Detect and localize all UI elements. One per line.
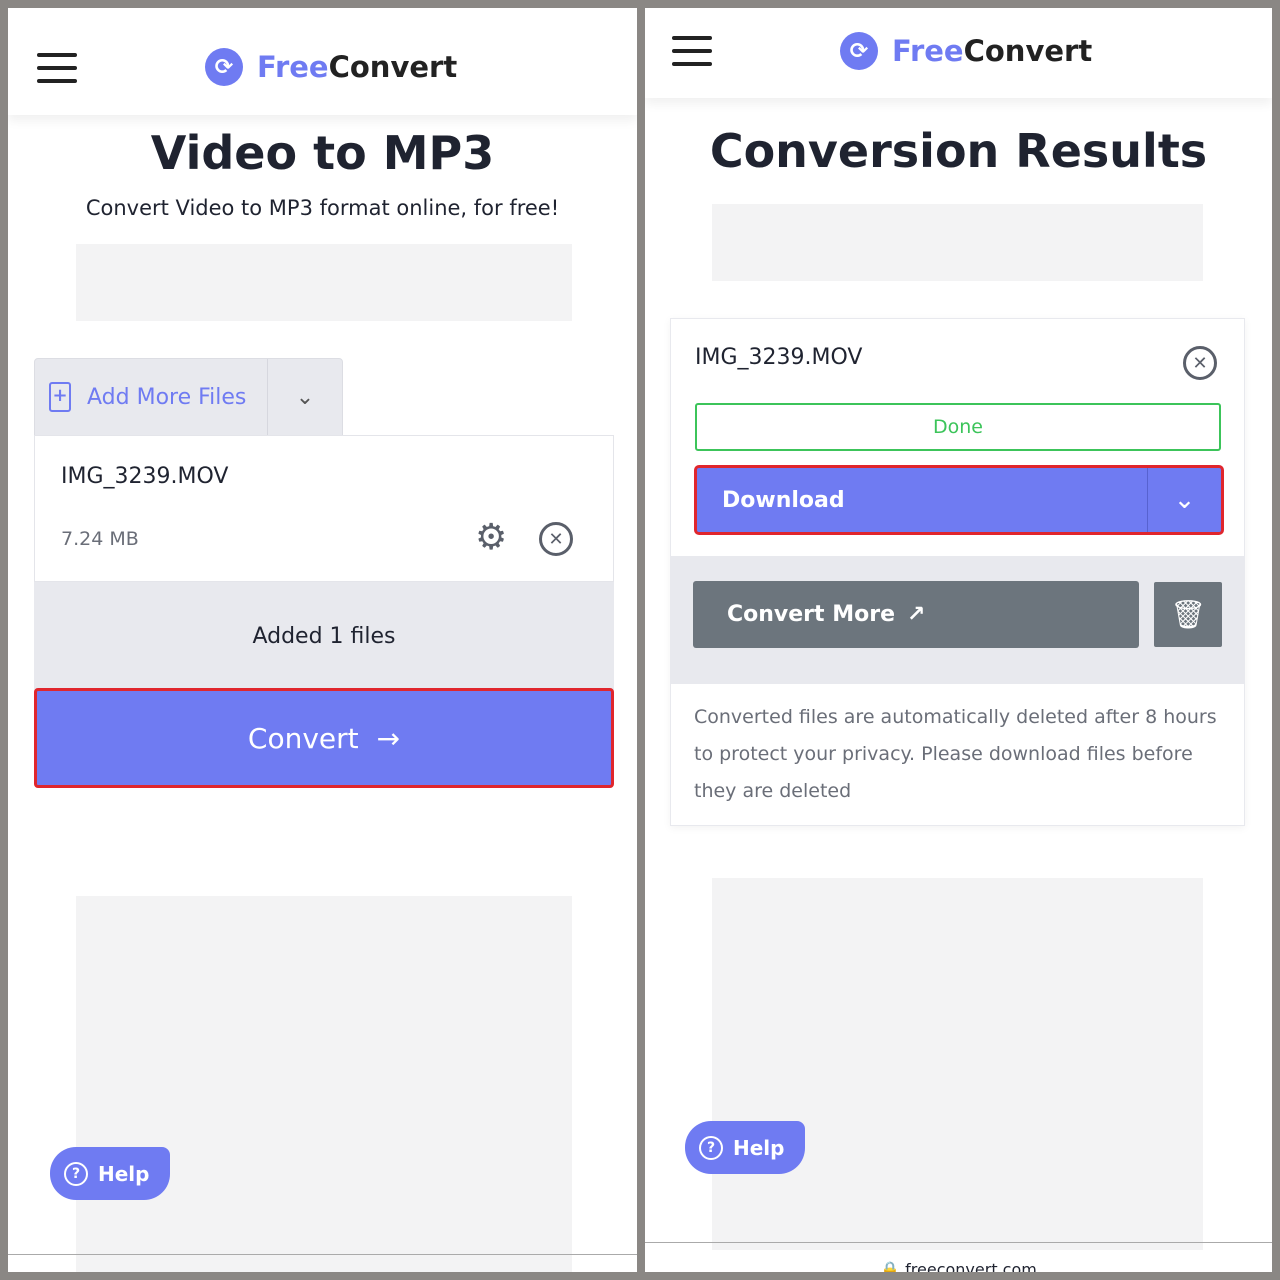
ad-banner-bottom bbox=[76, 896, 572, 1272]
refresh-icon: ⟳ bbox=[840, 32, 878, 70]
help-label: Help bbox=[733, 1135, 785, 1160]
add-more-files-dropdown: + Add More Files ⌄ bbox=[34, 358, 343, 436]
deletion-notice: Converted files are automatically delete… bbox=[694, 706, 1217, 802]
right-screen: ⟳ Free Convert Conversion Results IMG_323… bbox=[645, 8, 1272, 1272]
refresh-icon: ⟳ bbox=[205, 48, 243, 86]
remove-file-icon[interactable]: ✕ bbox=[1183, 346, 1217, 380]
external-link-icon: ↗ bbox=[907, 602, 926, 627]
convert-label: Convert bbox=[247, 721, 359, 755]
file-name: IMG_3239.MOV bbox=[61, 464, 229, 489]
convert-more-button[interactable]: Convert More ↗ bbox=[693, 581, 1139, 648]
arrow-right-icon: → bbox=[376, 721, 401, 755]
chevron-down-icon[interactable]: ⌄ bbox=[268, 359, 342, 435]
status-done: Done bbox=[695, 403, 1221, 451]
page-title: Video to MP3 bbox=[150, 126, 495, 180]
help-label: Help bbox=[98, 1161, 150, 1186]
page-subtitle: Convert Video to MP3 format online, for … bbox=[85, 196, 560, 220]
menu-icon[interactable] bbox=[672, 36, 712, 75]
logo[interactable]: ⟳ Free Convert bbox=[205, 48, 457, 86]
ad-banner bbox=[712, 204, 1203, 281]
chevron-down-icon[interactable]: ⌄ bbox=[1148, 468, 1221, 532]
url-bar[interactable]: 🔒 freeconvert.com bbox=[645, 1260, 1272, 1272]
menu-icon[interactable] bbox=[37, 53, 77, 92]
result-card: IMG_3239.MOV ✕ Done Download ⌄ Convert M… bbox=[670, 318, 1245, 826]
remove-file-icon[interactable]: ✕ bbox=[539, 522, 573, 556]
convert-button[interactable]: Convert → bbox=[34, 688, 614, 788]
settings-gear-icon[interactable]: ⚙ bbox=[475, 520, 507, 556]
actions-bar: Convert More ↗ 🗑 bbox=[671, 556, 1244, 684]
convert-more-label: Convert More bbox=[727, 602, 895, 627]
add-more-files-label: Add More Files bbox=[87, 384, 247, 410]
browser-divider bbox=[645, 1242, 1272, 1243]
logo-convert: Convert bbox=[328, 50, 458, 84]
ad-banner-bottom bbox=[712, 878, 1203, 1250]
file-plus-icon: + bbox=[49, 382, 71, 412]
question-icon: ? bbox=[64, 1161, 88, 1186]
ad-banner bbox=[76, 244, 572, 321]
header: ⟳ Free Convert bbox=[8, 8, 637, 115]
browser-divider bbox=[8, 1254, 637, 1255]
logo-free: Free bbox=[257, 50, 329, 84]
help-button[interactable]: ? Help bbox=[50, 1147, 170, 1200]
url-text: freeconvert.com bbox=[905, 1260, 1037, 1272]
file-card: IMG_3239.MOV 7.24 MB ⚙ ✕ bbox=[34, 435, 614, 582]
logo-convert: Convert bbox=[963, 34, 1093, 68]
file-size: 7.24 MB bbox=[61, 528, 139, 550]
left-screen: ⟳ Free Convert Video to MP3 Convert Video… bbox=[8, 8, 637, 1272]
added-files-count: Added 1 files bbox=[34, 582, 614, 690]
logo-free: Free bbox=[892, 34, 964, 68]
page-title: Conversion Results bbox=[709, 124, 1208, 178]
add-more-files-button[interactable]: + Add More Files bbox=[35, 359, 268, 435]
logo[interactable]: ⟳ Free Convert bbox=[840, 32, 1092, 70]
trash-icon: 🗑 bbox=[1170, 598, 1206, 631]
help-button[interactable]: ? Help bbox=[685, 1121, 805, 1174]
download-split-button: Download ⌄ bbox=[694, 465, 1224, 535]
question-icon: ? bbox=[699, 1135, 723, 1160]
file-name: IMG_3239.MOV bbox=[695, 345, 863, 370]
download-button[interactable]: Download bbox=[697, 468, 1148, 532]
header: ⟳ Free Convert bbox=[645, 8, 1272, 98]
trash-button[interactable]: 🗑 bbox=[1154, 582, 1222, 647]
